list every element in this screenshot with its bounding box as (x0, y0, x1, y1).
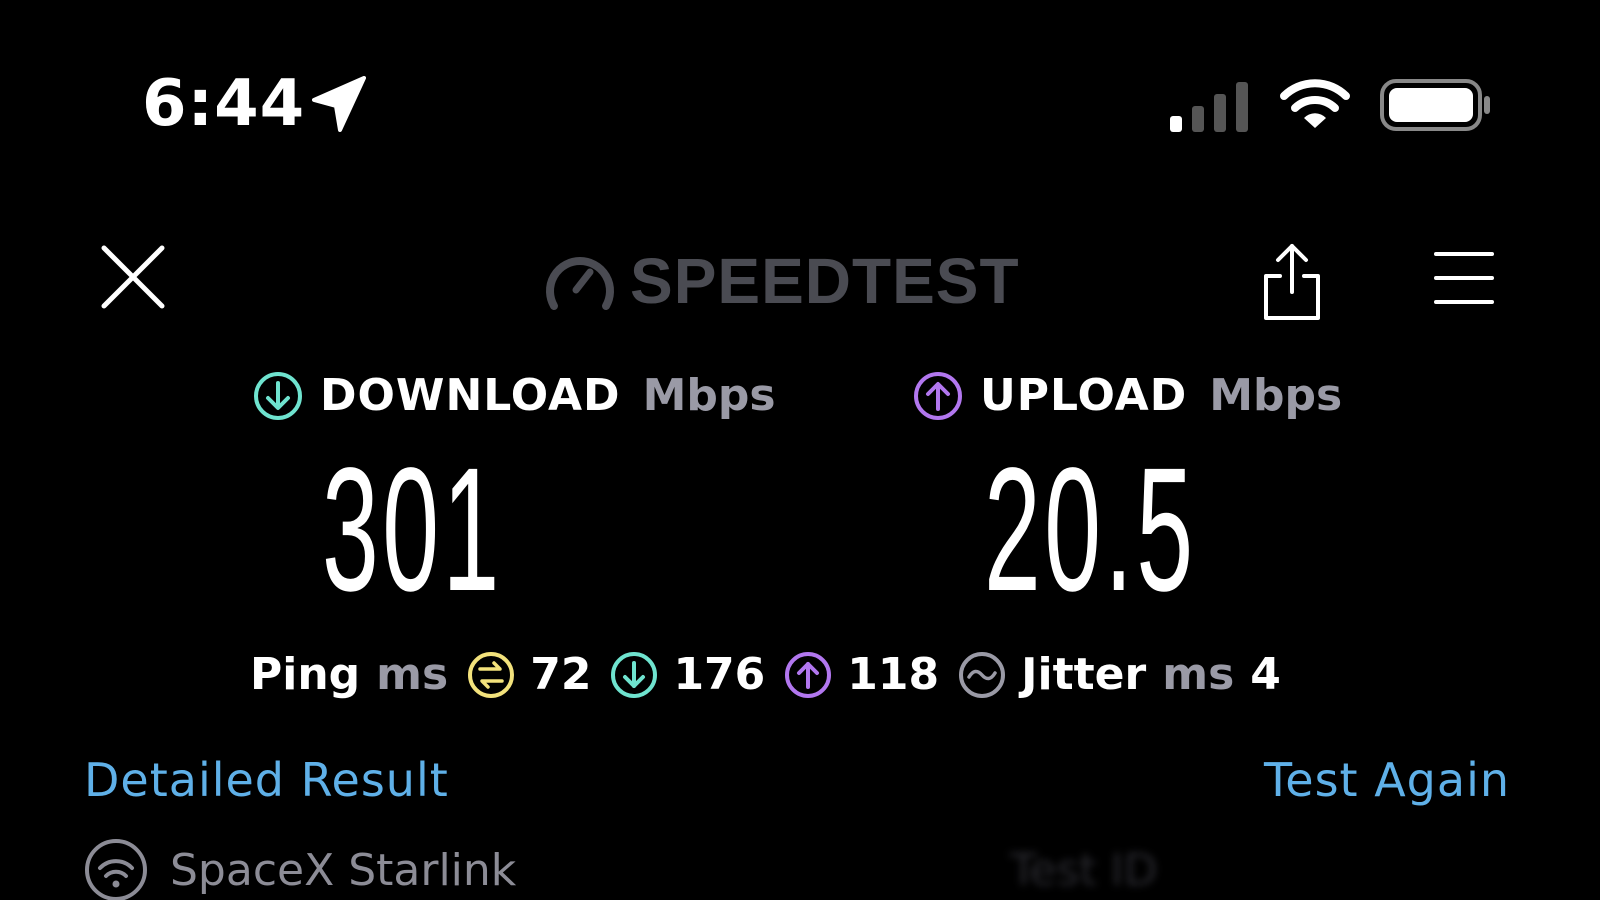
test-id-label: Test ID (1010, 845, 1158, 896)
upload-arrow-icon (914, 372, 962, 420)
ping-jitter-row: Ping ms 72 176 118 Jitter ms 4 (250, 640, 1281, 710)
jitter-unit: ms (1162, 649, 1235, 700)
upload-value: 20.5 (984, 432, 1197, 628)
wifi-icon (1280, 79, 1350, 128)
ping-label: Ping (250, 649, 361, 700)
jitter-icon (959, 652, 1006, 698)
detailed-result-link[interactable]: Detailed Result (84, 752, 449, 808)
download-value: 301 (322, 432, 503, 628)
battery-icon (1380, 79, 1490, 131)
download-label: DOWNLOAD (320, 370, 621, 421)
close-button[interactable] (96, 240, 170, 314)
menu-icon (1434, 252, 1494, 304)
upload-label: UPLOAD (980, 370, 1188, 421)
location-arrow-icon (312, 76, 366, 132)
idle-latency-icon (468, 652, 515, 698)
download-unit: Mbps (642, 370, 776, 421)
jitter-value: 4 (1250, 649, 1281, 700)
ping-download-value: 176 (673, 649, 766, 700)
upload-latency-icon (785, 652, 832, 698)
upload-header: UPLOAD Mbps (912, 368, 1342, 424)
download-latency-icon (611, 652, 658, 698)
download-header: DOWNLOAD Mbps (252, 368, 776, 424)
ping-upload-value: 118 (847, 649, 940, 700)
share-button[interactable] (1260, 242, 1324, 322)
brand-name: SPEEDTEST (630, 245, 1020, 317)
ping-unit: ms (376, 649, 449, 700)
status-time: 6:44 (142, 67, 306, 141)
download-arrow-icon (254, 372, 302, 420)
menu-button[interactable] (1432, 248, 1496, 308)
wifi-provider-icon (85, 839, 147, 900)
speedtest-logo: SPEEDTEST (544, 246, 1020, 316)
speedometer-icon (546, 257, 614, 310)
ping-idle-value: 72 (530, 649, 592, 700)
share-icon (1264, 244, 1320, 320)
test-again-link[interactable]: Test Again (1264, 752, 1510, 808)
provider-name: SpaceX Starlink (170, 844, 517, 896)
provider-row: SpaceX Starlink (84, 838, 516, 900)
close-icon (101, 245, 165, 309)
cellular-signal-icon (1170, 78, 1252, 132)
jitter-label: Jitter (1021, 649, 1147, 700)
upload-unit: Mbps (1209, 370, 1343, 421)
